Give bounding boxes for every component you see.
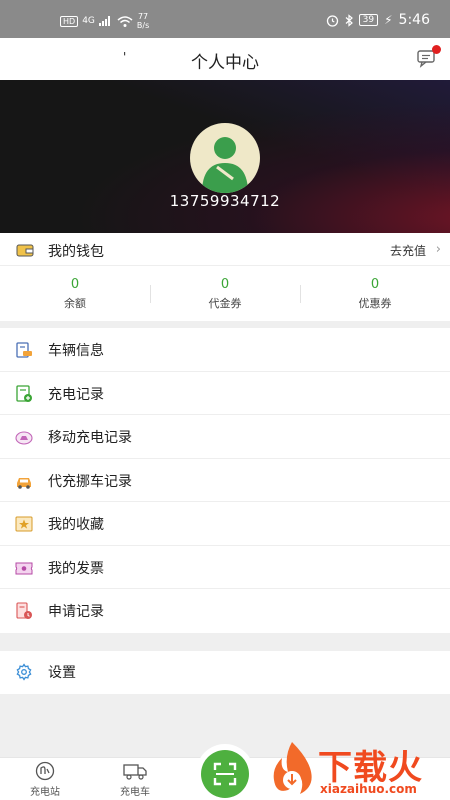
tab-charging-truck[interactable]: 充电车 <box>105 761 165 798</box>
application-icon <box>16 602 32 619</box>
message-button[interactable] <box>416 45 441 68</box>
wallet-icon <box>16 244 34 257</box>
battery-level: 39 <box>358 14 379 26</box>
menu-item-label: 我的收藏 <box>48 517 104 533</box>
menu-item-label: 我的发票 <box>48 560 104 577</box>
status-left: HD 4G 77 B/s <box>60 12 149 30</box>
avatar-user-icon <box>202 137 248 193</box>
wallet-card: 我的钱包 去充值 › 0 余额 0 代金券 0 优惠券 <box>0 233 450 321</box>
chevron-right-icon: › <box>435 242 441 257</box>
charge-record-icon <box>16 384 32 402</box>
status-time: 5:46 <box>398 12 430 28</box>
signal-icon <box>98 16 110 26</box>
tab-label: 充电车 <box>120 787 150 798</box>
car-move-icon <box>17 477 31 489</box>
star-icon <box>15 516 33 532</box>
stat-label: 余额 <box>64 297 86 310</box>
charging-icon: ⚡ <box>384 13 393 27</box>
scan-button[interactable] <box>201 750 249 798</box>
net-speed: 77 B/s <box>137 12 149 30</box>
tab-label: 充电站 <box>30 787 60 798</box>
stat-value: 0 <box>220 277 230 292</box>
menu-item-label: 移动充电记录 <box>48 430 132 446</box>
menu-item-label: 代充挪车记录 <box>48 473 132 490</box>
recharge-link[interactable]: 去充值 <box>390 242 426 259</box>
net-speed-unit: B/s <box>136 21 150 30</box>
menu-item-application[interactable]: 申请记录 <box>0 589 450 633</box>
menu-item-label: 车辆信息 <box>48 343 104 359</box>
menu-item-charge-record[interactable]: 充电记录 <box>0 372 450 415</box>
watermark-sub: xiazaihuo.com <box>320 782 417 796</box>
vehicle-info-icon <box>16 342 32 358</box>
watermark: 下载火 xiazaihuo.com <box>262 740 450 800</box>
menu-item-label: 充电记录 <box>48 386 104 403</box>
wallet-stats: 0 余额 0 代金券 0 优惠券 <box>0 277 450 317</box>
charging-station-icon <box>35 761 55 781</box>
menu-item-invoice[interactable]: 我的发票 <box>0 546 450 589</box>
stat-voucher[interactable]: 0 代金券 <box>150 277 300 317</box>
stat-coupon[interactable]: 0 优惠券 <box>300 277 450 317</box>
wallet-row[interactable]: 我的钱包 去充值 › <box>0 233 450 266</box>
profile-banner: 13759934712 <box>0 80 450 233</box>
settings-row[interactable]: 设置 <box>0 651 450 694</box>
net-speed-value: 77 <box>137 12 149 21</box>
stat-label: 优惠券 <box>358 297 392 310</box>
bluetooth-icon <box>345 13 353 27</box>
page-title: 个人中心 <box>191 53 259 73</box>
menu-item-vehicle-info[interactable]: 车辆信息 <box>0 328 450 372</box>
charging-truck-icon <box>123 764 147 780</box>
gear-icon <box>16 663 32 681</box>
stat-value: 0 <box>70 277 80 292</box>
menu-item-car-move[interactable]: 代充挪车记录 <box>0 459 450 502</box>
alarm-icon <box>326 14 338 27</box>
stat-value: 0 <box>370 277 380 292</box>
menu-item-label: 申请记录 <box>48 604 104 620</box>
invoice-icon <box>15 562 33 574</box>
stat-label: 代金券 <box>208 297 242 310</box>
scan-icon <box>213 762 237 786</box>
mobile-charge-icon <box>15 431 33 445</box>
stat-balance[interactable]: 0 余额 <box>0 277 150 317</box>
avatar[interactable] <box>190 123 260 193</box>
menu-item-mobile-charge[interactable]: 移动充电记录 <box>0 415 450 459</box>
settings-label: 设置 <box>48 665 76 681</box>
user-phone: 13759934712 <box>169 192 281 210</box>
flame-logo-icon <box>273 742 312 794</box>
signal-label: 4G <box>82 16 95 26</box>
nav-bar: ' 个人中心 <box>0 38 450 80</box>
tab-charging-station[interactable]: 充电站 <box>15 761 75 798</box>
wifi-icon <box>117 15 133 27</box>
wallet-label: 我的钱包 <box>48 244 104 260</box>
hd-badge: HD <box>60 15 79 27</box>
status-right: 39 ⚡ 5:46 <box>326 12 430 28</box>
menu-item-favorites[interactable]: 我的收藏 <box>0 502 450 546</box>
menu-list: 车辆信息 充电记录 移动充电记录 代充挪车记录 我的收藏 我的发票 申请记录 <box>0 328 450 633</box>
message-badge <box>432 45 441 54</box>
status-bar: HD 4G 77 B/s 39 ⚡ 5:46 <box>0 0 450 38</box>
